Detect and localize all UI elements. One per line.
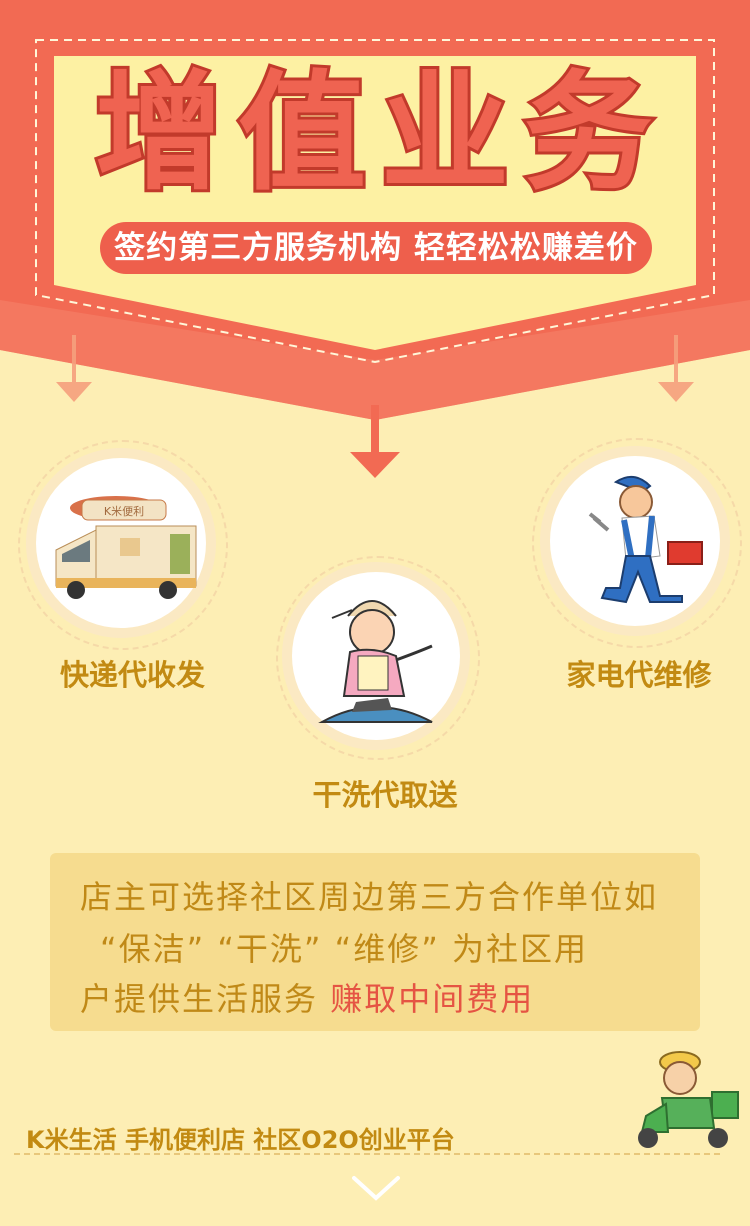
info-line-2: “保洁” “干洗” “维修” 为社区用: [100, 930, 588, 968]
info-line-1: 店主可选择社区周边第三方合作单位如: [80, 878, 659, 916]
repairman-icon: [588, 475, 703, 604]
service-laundry[interactable]: [292, 572, 460, 740]
service-label-repair: 家电代维修: [566, 658, 712, 692]
title-char: 值: [235, 59, 369, 208]
subtitle: 签约第三方服务机构 轻轻松松赚差价: [114, 230, 638, 266]
chevron-down-icon[interactable]: [350, 1172, 402, 1202]
service-repair[interactable]: [550, 456, 720, 626]
service-label-laundry: 干洗代取送: [312, 778, 458, 812]
ironing-woman-icon: [318, 600, 433, 723]
info-highlight: 赚取中间费用: [330, 980, 535, 1018]
footer-divider: [14, 1153, 720, 1155]
info-line-3-text: 户提供生活服务: [80, 980, 331, 1018]
delivery-truck-icon: K米便利: [55, 496, 197, 599]
title-char: 务: [521, 59, 655, 208]
truck-sign: K米便利: [104, 505, 144, 518]
title-char: 增: [92, 59, 226, 208]
title-char: 业: [378, 59, 512, 208]
info-line-3: 户提供生活服务 赚取中间费用: [80, 974, 534, 1020]
service-label-delivery: 快递代收发: [60, 658, 206, 692]
service-delivery[interactable]: K米便利: [36, 458, 206, 628]
scooter-courier-icon: [638, 1051, 739, 1148]
footer-slogan: K米生活 手机便利店 社区O2O创业平台: [26, 1126, 455, 1154]
